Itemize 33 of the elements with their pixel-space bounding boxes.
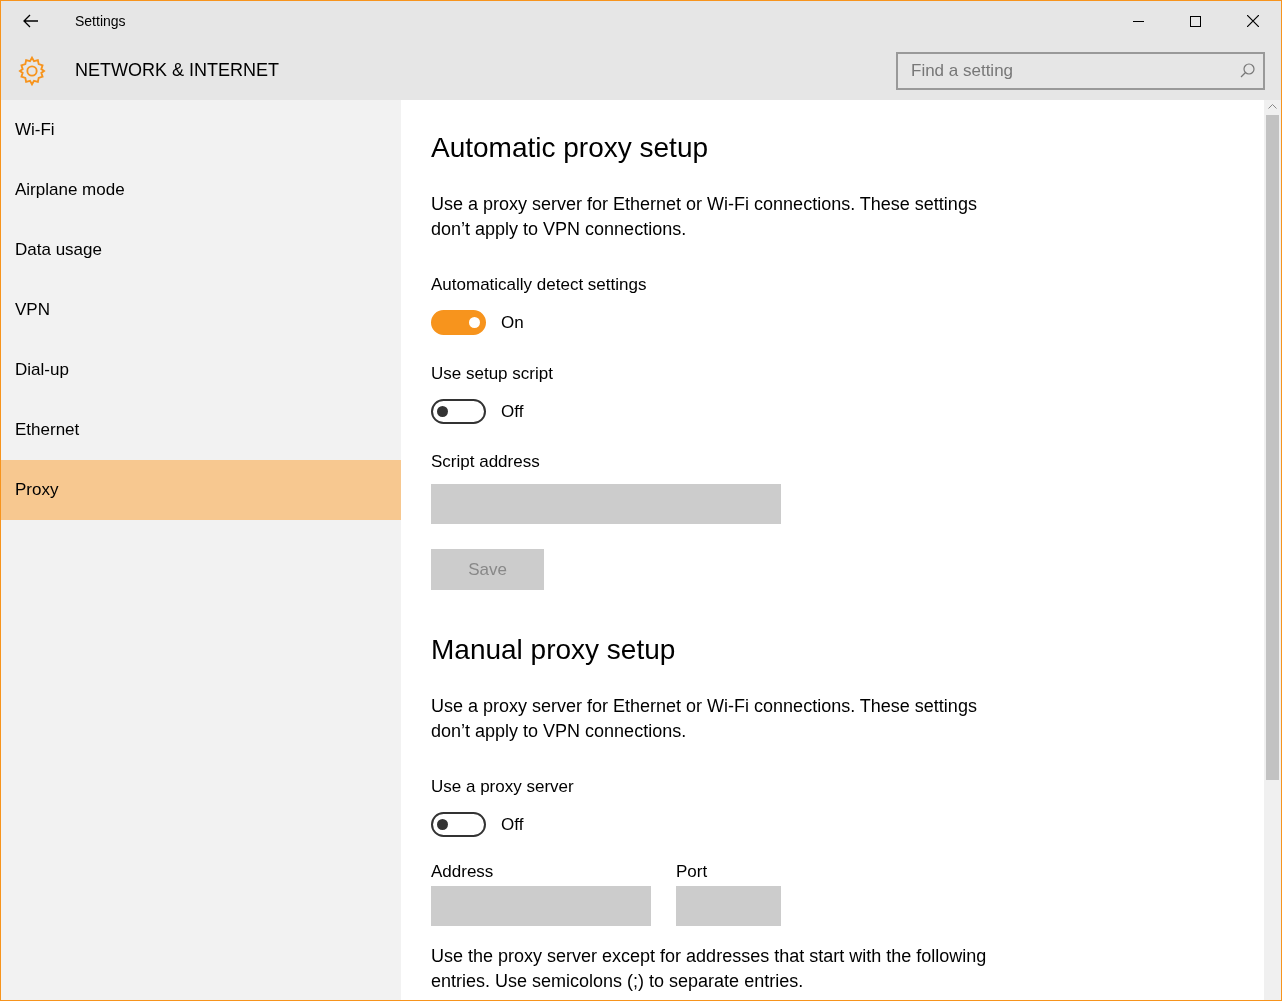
input-field[interactable] bbox=[676, 885, 781, 926]
toggle-label: Use a proxy server bbox=[431, 776, 574, 798]
gear-icon bbox=[16, 54, 48, 87]
search-field[interactable]: Find a setting bbox=[896, 51, 1265, 90]
maximize-icon bbox=[1190, 15, 1201, 27]
window-title: Settings bbox=[75, 11, 126, 31]
field-label: Port bbox=[676, 860, 708, 883]
description-text: Use a proxy server for Ethernet or Wi-Fi connections. These settings don’t apply to VPN connections. bbox=[431, 695, 978, 743]
minimize-icon bbox=[1133, 20, 1144, 22]
page-title: NETWORK & INTERNET bbox=[75, 59, 279, 82]
toggle-state: On bbox=[501, 312, 524, 334]
back-arrow-icon bbox=[23, 14, 39, 28]
section-heading: Manual proxy setup bbox=[431, 633, 676, 667]
input-field[interactable] bbox=[431, 484, 781, 524]
toggle-switch[interactable] bbox=[431, 310, 486, 336]
description-text: Use a proxy server for Ethernet or Wi-Fi connections. These settings don’t apply to VPN connections. bbox=[431, 193, 978, 241]
toggle-state: Off bbox=[501, 400, 524, 423]
toggle-switch[interactable] bbox=[431, 398, 486, 424]
description-text: Use the proxy server except for addresses that start with the following entries. Use semicolons (;) to separate entries. bbox=[431, 944, 988, 993]
scroll-up-icon bbox=[1268, 103, 1277, 109]
scrollbar[interactable] bbox=[1264, 100, 1281, 1000]
close-icon bbox=[1246, 15, 1259, 27]
field-label: Script address bbox=[431, 451, 540, 473]
section-heading: Automatic proxy setup bbox=[431, 131, 709, 165]
search-icon bbox=[1240, 62, 1255, 78]
toggle-label: Use setup script bbox=[431, 362, 553, 385]
toggle-label: Automatically detect settings bbox=[431, 274, 647, 296]
toggle-switch[interactable] bbox=[431, 812, 486, 838]
sidebar-item[interactable]: Proxy bbox=[1, 460, 401, 520]
input-field[interactable] bbox=[431, 885, 651, 926]
field-label: Address bbox=[431, 860, 494, 883]
scrollbar-thumb[interactable] bbox=[1266, 115, 1279, 780]
toggle-state: Off bbox=[501, 814, 524, 836]
